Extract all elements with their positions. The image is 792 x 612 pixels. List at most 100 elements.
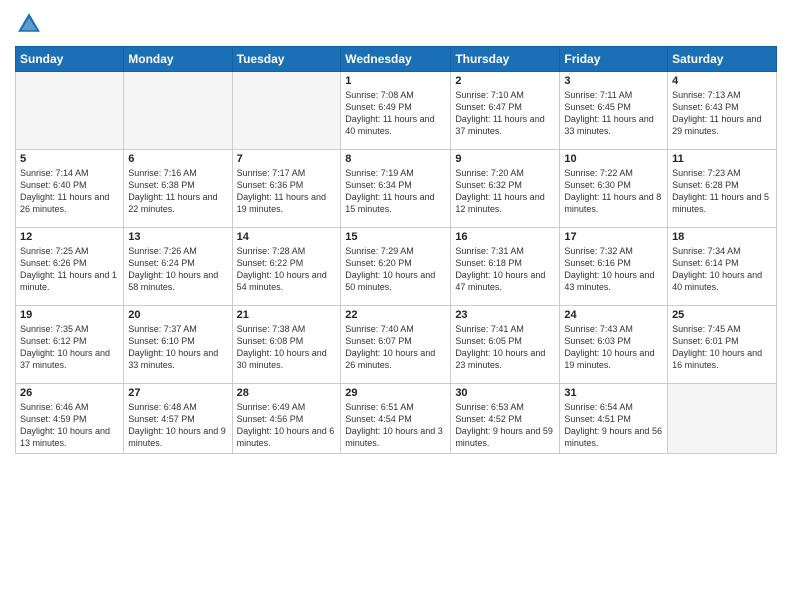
day-info: Sunrise: 6:51 AM Sunset: 4:54 PM Dayligh… — [345, 401, 446, 450]
col-header-saturday: Saturday — [668, 47, 777, 72]
day-info: Sunrise: 6:48 AM Sunset: 4:57 PM Dayligh… — [128, 401, 227, 450]
day-number: 18 — [672, 231, 772, 243]
calendar-cell — [668, 384, 777, 454]
col-header-wednesday: Wednesday — [341, 47, 451, 72]
calendar-week-1: 1 Sunrise: 7:08 AM Sunset: 6:49 PM Daylig… — [16, 72, 777, 150]
day-number: 23 — [455, 309, 555, 321]
calendar-week-3: 12 Sunrise: 7:25 AM Sunset: 6:26 PM Dayli… — [16, 228, 777, 306]
day-number: 14 — [237, 231, 337, 243]
calendar-cell: 28 Sunrise: 6:49 AM Sunset: 4:56 PM Dayli… — [232, 384, 341, 454]
day-number: 28 — [237, 387, 337, 399]
calendar-week-4: 19 Sunrise: 7:35 AM Sunset: 6:12 PM Dayli… — [16, 306, 777, 384]
calendar-week-5: 26Sunrise: 6:46 AM Sunset: 4:59 PM Dayli… — [16, 384, 777, 454]
day-info: Sunrise: 7:45 AM Sunset: 6:01 PM Dayligh… — [672, 323, 772, 372]
day-number: 20 — [128, 309, 227, 321]
day-info: Sunrise: 7:28 AM Sunset: 6:22 PM Dayligh… — [237, 245, 337, 294]
calendar-cell: 7Sunrise: 7:17 AM Sunset: 6:36 PM Daylig… — [232, 150, 341, 228]
calendar-cell: 24 Sunrise: 7:43 AM Sunset: 6:03 PM Dayli… — [560, 306, 668, 384]
day-number: 12 — [20, 231, 119, 243]
calendar-cell: 22Sunrise: 7:40 AM Sunset: 6:07 PM Dayli… — [341, 306, 451, 384]
day-number: 26 — [20, 387, 119, 399]
day-number: 5 — [20, 153, 119, 165]
day-info: Sunrise: 7:23 AM Sunset: 6:28 PM Dayligh… — [672, 167, 772, 216]
calendar-cell: 25 Sunrise: 7:45 AM Sunset: 6:01 PM Dayli… — [668, 306, 777, 384]
day-number: 25 — [672, 309, 772, 321]
day-number: 1 — [345, 75, 446, 87]
day-number: 10 — [564, 153, 663, 165]
day-number: 15 — [345, 231, 446, 243]
day-info: Sunrise: 7:16 AM Sunset: 6:38 PM Dayligh… — [128, 167, 227, 216]
calendar-cell: 12 Sunrise: 7:25 AM Sunset: 6:26 PM Dayli… — [16, 228, 124, 306]
day-number: 3 — [564, 75, 663, 87]
day-info: Sunrise: 7:26 AM Sunset: 6:24 PM Dayligh… — [128, 245, 227, 294]
calendar-cell: 27 Sunrise: 6:48 AM Sunset: 4:57 PM Dayli… — [124, 384, 232, 454]
calendar-cell: 16 Sunrise: 7:31 AM Sunset: 6:18 PM Dayli… — [451, 228, 560, 306]
day-number: 27 — [128, 387, 227, 399]
calendar-cell: 9 Sunrise: 7:20 AM Sunset: 6:32 PM Daylig… — [451, 150, 560, 228]
day-info: Sunrise: 7:40 AM Sunset: 6:07 PM Dayligh… — [345, 323, 446, 372]
day-info: Sunrise: 7:31 AM Sunset: 6:18 PM Dayligh… — [455, 245, 555, 294]
calendar-cell: 15 Sunrise: 7:29 AM Sunset: 6:20 PM Dayli… — [341, 228, 451, 306]
calendar-cell: 8 Sunrise: 7:19 AM Sunset: 6:34 PM Daylig… — [341, 150, 451, 228]
day-info: Sunrise: 7:35 AM Sunset: 6:12 PM Dayligh… — [20, 323, 119, 372]
day-number: 29 — [345, 387, 446, 399]
day-number: 9 — [455, 153, 555, 165]
day-number: 6 — [128, 153, 227, 165]
calendar-cell: 18 Sunrise: 7:34 AM Sunset: 6:14 PM Dayli… — [668, 228, 777, 306]
calendar-cell: 17 Sunrise: 7:32 AM Sunset: 6:16 PM Dayli… — [560, 228, 668, 306]
calendar-cell: 31 Sunrise: 6:54 AM Sunset: 4:51 PM Dayli… — [560, 384, 668, 454]
day-info: Sunrise: 7:34 AM Sunset: 6:14 PM Dayligh… — [672, 245, 772, 294]
calendar-cell — [124, 72, 232, 150]
calendar-week-2: 5 Sunrise: 7:14 AM Sunset: 6:40 PM Daylig… — [16, 150, 777, 228]
day-number: 21 — [237, 309, 337, 321]
header — [15, 10, 777, 38]
calendar-cell: 21 Sunrise: 7:38 AM Sunset: 6:08 PM Dayli… — [232, 306, 341, 384]
day-number: 13 — [128, 231, 227, 243]
day-info: Sunrise: 7:14 AM Sunset: 6:40 PM Dayligh… — [20, 167, 119, 216]
calendar-cell: 13 Sunrise: 7:26 AM Sunset: 6:24 PM Dayli… — [124, 228, 232, 306]
day-info: Sunrise: 7:38 AM Sunset: 6:08 PM Dayligh… — [237, 323, 337, 372]
day-number: 31 — [564, 387, 663, 399]
calendar-cell: 14 Sunrise: 7:28 AM Sunset: 6:22 PM Dayli… — [232, 228, 341, 306]
calendar-cell: 30 Sunrise: 6:53 AM Sunset: 4:52 PM Dayli… — [451, 384, 560, 454]
day-info: Sunrise: 7:08 AM Sunset: 6:49 PM Dayligh… — [345, 89, 446, 138]
day-number: 16 — [455, 231, 555, 243]
day-info: Sunrise: 7:41 AM Sunset: 6:05 PM Dayligh… — [455, 323, 555, 372]
calendar-header-row: SundayMondayTuesdayWednesdayThursdayFrid… — [16, 47, 777, 72]
day-number: 19 — [20, 309, 119, 321]
col-header-tuesday: Tuesday — [232, 47, 341, 72]
day-number: 4 — [672, 75, 772, 87]
calendar-cell — [232, 72, 341, 150]
day-info: Sunrise: 7:10 AM Sunset: 6:47 PM Dayligh… — [455, 89, 555, 138]
day-info: Sunrise: 6:53 AM Sunset: 4:52 PM Dayligh… — [455, 401, 555, 450]
day-info: Sunrise: 7:43 AM Sunset: 6:03 PM Dayligh… — [564, 323, 663, 372]
day-info: Sunrise: 7:20 AM Sunset: 6:32 PM Dayligh… — [455, 167, 555, 216]
day-info: Sunrise: 6:49 AM Sunset: 4:56 PM Dayligh… — [237, 401, 337, 450]
calendar-cell: 6 Sunrise: 7:16 AM Sunset: 6:38 PM Daylig… — [124, 150, 232, 228]
day-info: Sunrise: 7:32 AM Sunset: 6:16 PM Dayligh… — [564, 245, 663, 294]
day-number: 30 — [455, 387, 555, 399]
day-info: Sunrise: 7:29 AM Sunset: 6:20 PM Dayligh… — [345, 245, 446, 294]
day-info: Sunrise: 7:37 AM Sunset: 6:10 PM Dayligh… — [128, 323, 227, 372]
day-info: Sunrise: 7:19 AM Sunset: 6:34 PM Dayligh… — [345, 167, 446, 216]
calendar-cell: 10 Sunrise: 7:22 AM Sunset: 6:30 PM Dayli… — [560, 150, 668, 228]
calendar-cell — [16, 72, 124, 150]
calendar-cell: 3Sunrise: 7:11 AM Sunset: 6:45 PM Daylig… — [560, 72, 668, 150]
day-number: 11 — [672, 153, 772, 165]
day-info: Sunrise: 7:22 AM Sunset: 6:30 PM Dayligh… — [564, 167, 663, 216]
calendar-cell: 26Sunrise: 6:46 AM Sunset: 4:59 PM Dayli… — [16, 384, 124, 454]
day-number: 2 — [455, 75, 555, 87]
calendar-cell: 23 Sunrise: 7:41 AM Sunset: 6:05 PM Dayli… — [451, 306, 560, 384]
day-number: 17 — [564, 231, 663, 243]
calendar-cell: 19 Sunrise: 7:35 AM Sunset: 6:12 PM Dayli… — [16, 306, 124, 384]
day-info: Sunrise: 6:54 AM Sunset: 4:51 PM Dayligh… — [564, 401, 663, 450]
day-info: Sunrise: 7:25 AM Sunset: 6:26 PM Dayligh… — [20, 245, 119, 294]
col-header-monday: Monday — [124, 47, 232, 72]
day-number: 8 — [345, 153, 446, 165]
day-number: 24 — [564, 309, 663, 321]
col-header-friday: Friday — [560, 47, 668, 72]
calendar-cell: 5 Sunrise: 7:14 AM Sunset: 6:40 PM Daylig… — [16, 150, 124, 228]
calendar-cell: 20 Sunrise: 7:37 AM Sunset: 6:10 PM Dayli… — [124, 306, 232, 384]
page: SundayMondayTuesdayWednesdayThursdayFrid… — [0, 0, 792, 612]
logo — [15, 10, 45, 38]
